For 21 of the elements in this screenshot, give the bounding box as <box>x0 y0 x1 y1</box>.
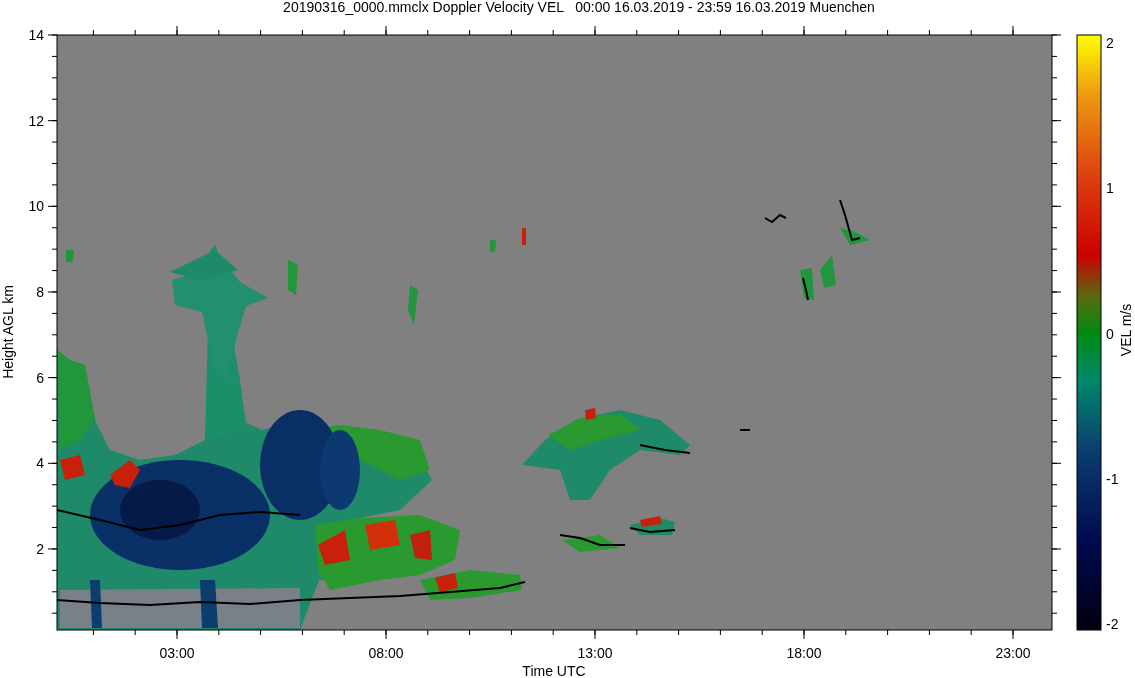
plot-title: 20190316_0000.mmclx Doppler Velocity VEL 00:00 16.03.2019 - 23:59 16.03.2019 Muenchen <box>283 0 875 15</box>
colorbar-tick-label: 0 <box>1106 325 1114 342</box>
x-tick-label: 13:00 <box>577 645 613 661</box>
y-tick-label: 12 <box>28 112 44 129</box>
x-tick-label: 23:00 <box>995 645 1031 661</box>
colorbar-tick-label: 1 <box>1106 180 1114 197</box>
colorbar-tick-label: -1 <box>1106 470 1119 487</box>
y-tick-label: 4 <box>36 455 44 472</box>
x-tick-label: 18:00 <box>786 645 822 661</box>
y-tick-label: 8 <box>36 284 44 300</box>
x-tick-label: 08:00 <box>368 645 404 661</box>
y-tick-label: 14 <box>28 27 44 43</box>
colorbar-tick-label: 2 <box>1106 35 1114 51</box>
colorbar-label: VEL m/s <box>1118 303 1134 357</box>
y-tick-label: 2 <box>36 540 44 557</box>
x-tick-label: 03:00 <box>159 645 195 661</box>
y-tick-label: 6 <box>36 369 44 386</box>
x-axis-label: Time UTC <box>522 663 586 678</box>
y-axis-label: Height AGL km <box>0 285 16 379</box>
y-tick-label: 10 <box>28 198 44 215</box>
colorbar-tick-label: -2 <box>1106 616 1119 632</box>
